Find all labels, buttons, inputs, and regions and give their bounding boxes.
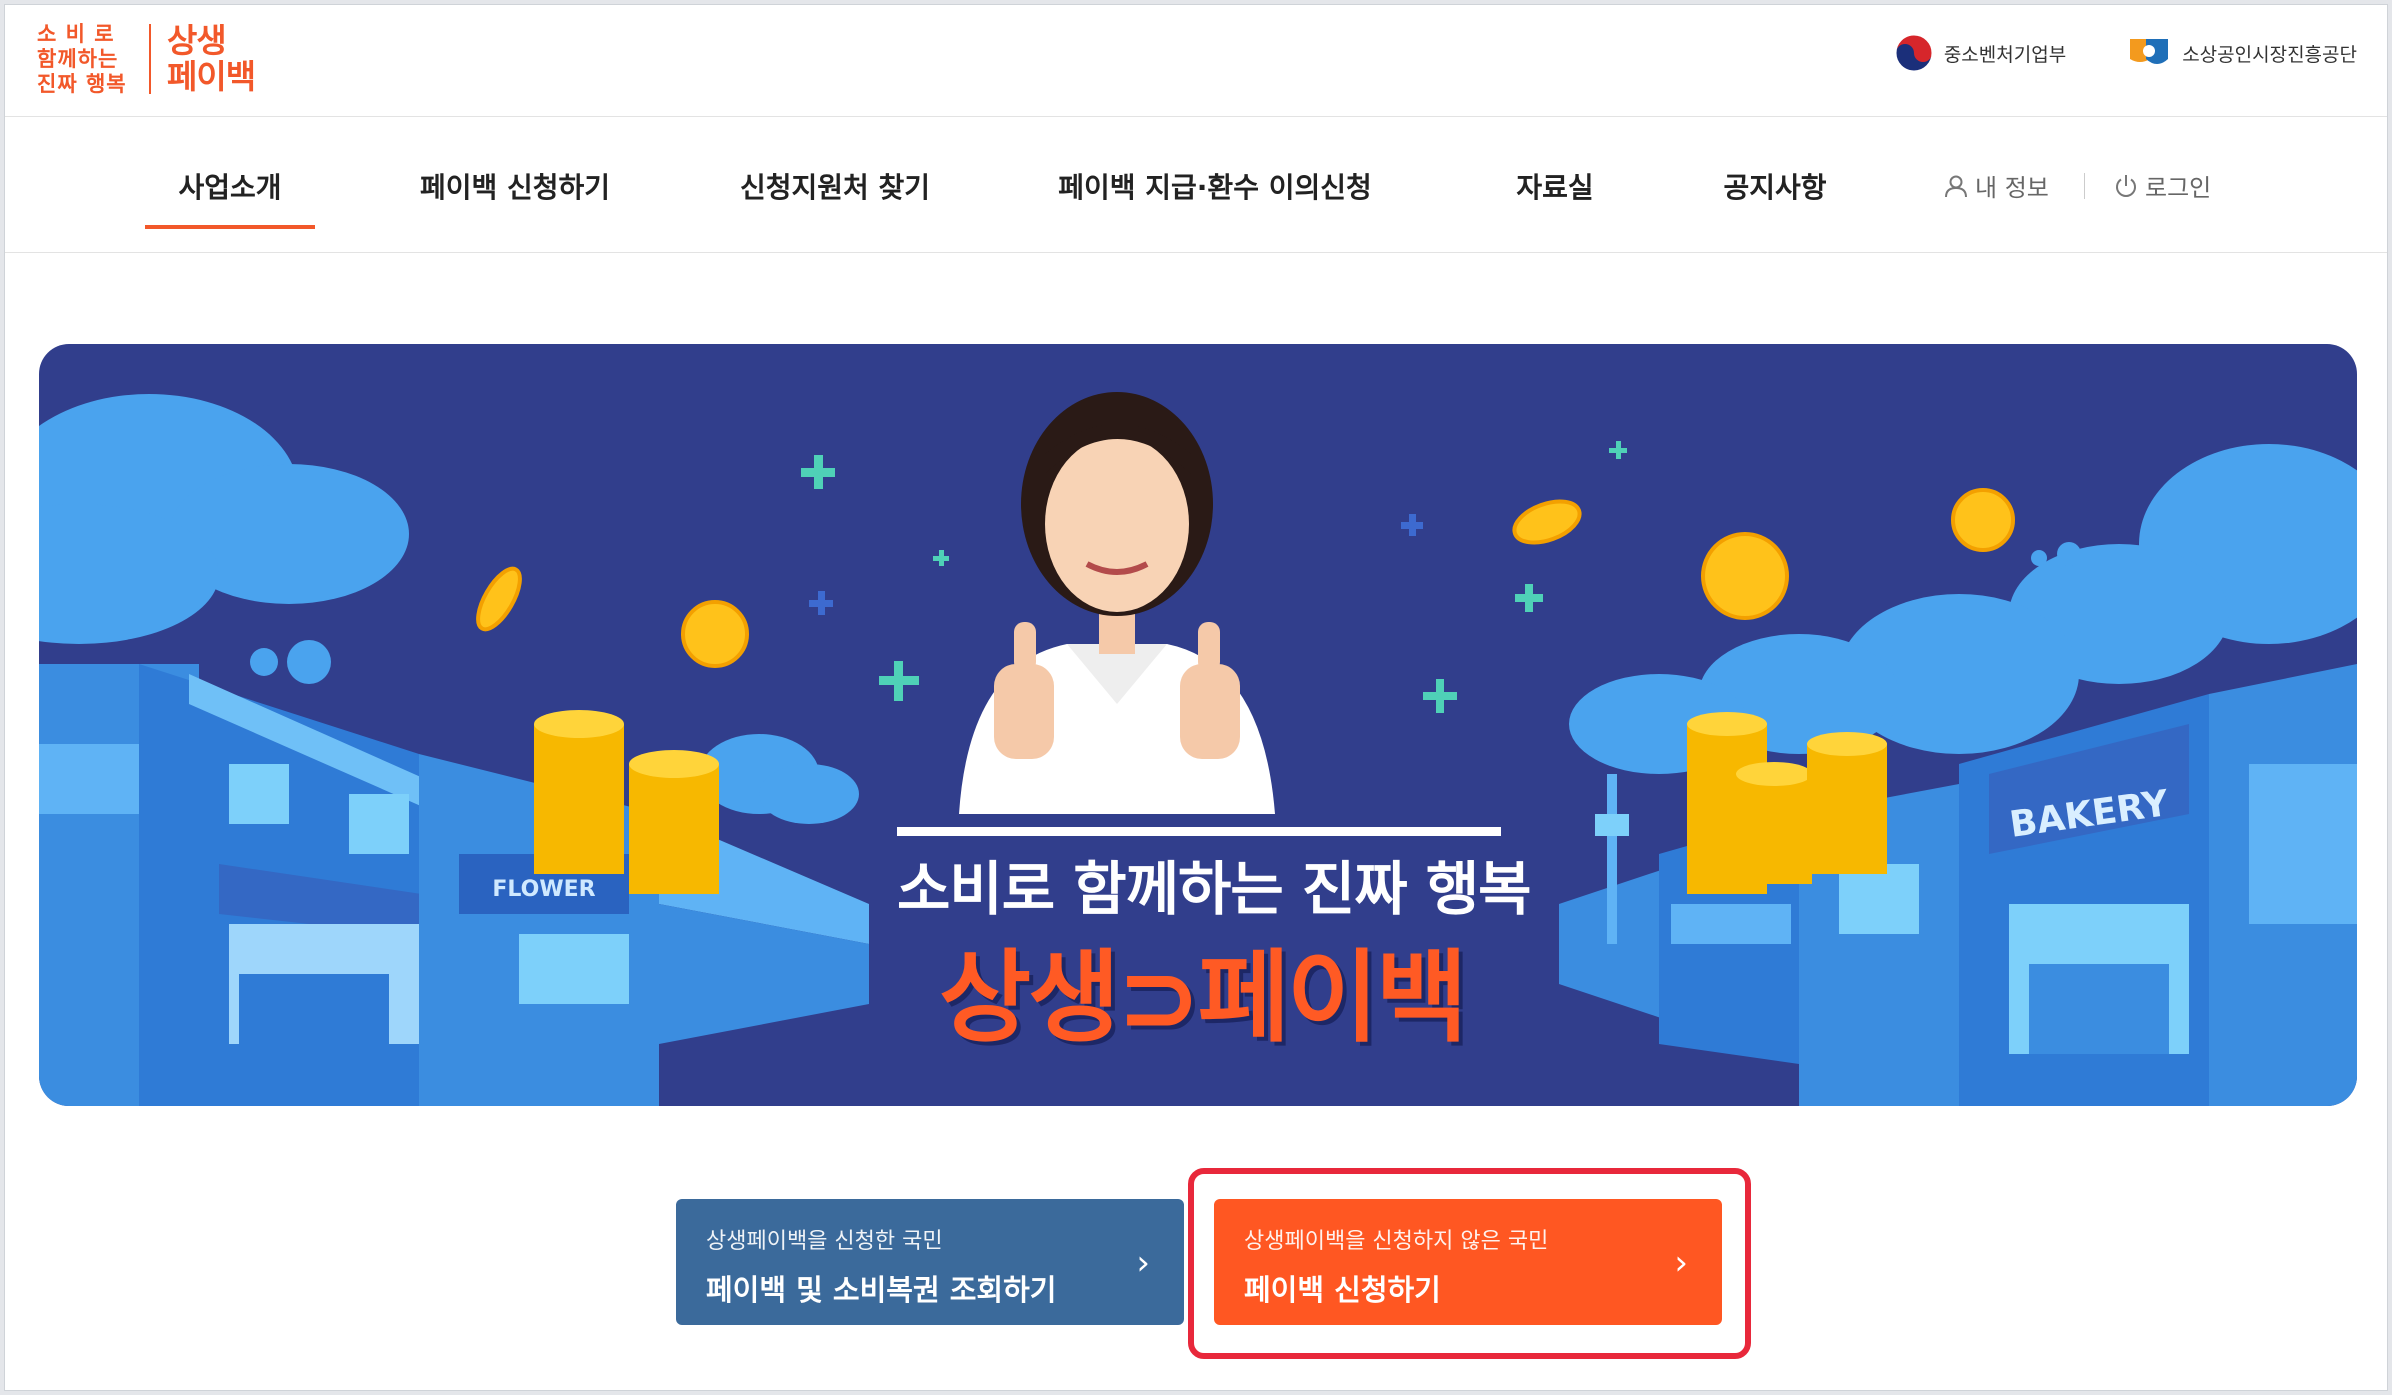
util-divider <box>2084 173 2085 199</box>
my-info-link[interactable]: 내 정보 <box>1943 118 2049 253</box>
shop-sign-left: FLOWER <box>492 877 595 902</box>
site-logo[interactable]: 소 비 로 함께하는 진짜 행복 상생 페이백 <box>37 17 256 101</box>
banner-rule <box>897 827 1501 836</box>
main-navigation: 사업소개 페이백 신청하기 신청지원처 찾기 페이백 지급·환수 이의신청 자료… <box>5 118 2387 253</box>
apply-button-highlight <box>1188 1168 1751 1359</box>
hero-banner[interactable]: FLOWER BAKERY 소비로 함께하는 진짜 행복 상생⊃페이백 <box>39 344 2357 1106</box>
logo-brand: 상생 페이백 <box>167 21 256 96</box>
spokesperson-figure <box>959 392 1275 814</box>
login-link[interactable]: 로그인 <box>2113 118 2211 253</box>
agency-links: 중소벤처기업부 소상공인시장진흥공단 <box>1894 33 2357 73</box>
cta-label: 페이백 및 소비복권 조회하기 <box>706 1273 1057 1307</box>
logo-slogan-line: 함께하는 <box>37 46 119 71</box>
nav-item-notice[interactable]: 공지사항 <box>1705 118 1845 253</box>
nav-item-apply[interactable]: 페이백 신청하기 <box>405 118 625 253</box>
top-bar: 소 비 로 함께하는 진짜 행복 상생 페이백 중소벤처기업부 소상공인시장진흥… <box>5 5 2387 117</box>
page: 소 비 로 함께하는 진짜 행복 상생 페이백 중소벤처기업부 소상공인시장진흥… <box>4 4 2388 1391</box>
power-icon <box>2116 174 2136 197</box>
logo-brand-line: 상생 <box>167 21 227 60</box>
my-info-label: 내 정보 <box>1975 174 2049 202</box>
nav-item-library[interactable]: 자료실 <box>1485 118 1625 253</box>
agency-semas-link[interactable]: 소상공인시장진흥공단 <box>2126 33 2357 73</box>
banner-title: 상생⊃페이백 <box>939 939 1468 1056</box>
logo-slogan-line: 소 비 로 <box>37 21 115 46</box>
semas-logo-icon <box>2130 39 2169 64</box>
nav-item-about[interactable]: 사업소개 <box>145 118 315 253</box>
user-icon <box>1945 175 1967 197</box>
korea-government-emblem-icon <box>1895 34 1933 72</box>
agency-name: 소상공인시장진흥공단 <box>2182 43 2357 66</box>
nav-item-objection[interactable]: 페이백 지급·환수 이의신청 <box>1045 118 1385 253</box>
logo-divider <box>149 24 151 94</box>
logo-slogan: 소 비 로 함께하는 진짜 행복 <box>37 22 137 97</box>
agency-name: 중소벤처기업부 <box>1943 43 2067 66</box>
street-left: FLOWER <box>39 664 869 1106</box>
chevron-right-icon: › <box>1136 1243 1150 1283</box>
cta-subtext: 상생페이백을 신청한 국민 <box>706 1229 943 1254</box>
banner-subtitle: 소비로 함께하는 진짜 행복 <box>897 855 1532 923</box>
payback-inquiry-button[interactable]: 상생페이백을 신청한 국민 페이백 및 소비복권 조회하기 › <box>676 1199 1184 1325</box>
login-label: 로그인 <box>2145 174 2212 202</box>
logo-brand-line: 페이백 <box>167 57 256 96</box>
nav-item-find-support[interactable]: 신청지원처 찾기 <box>725 118 945 253</box>
logo-slogan-line: 진짜 행복 <box>37 71 127 96</box>
agency-mss-link[interactable]: 중소벤처기업부 <box>1894 33 2066 73</box>
